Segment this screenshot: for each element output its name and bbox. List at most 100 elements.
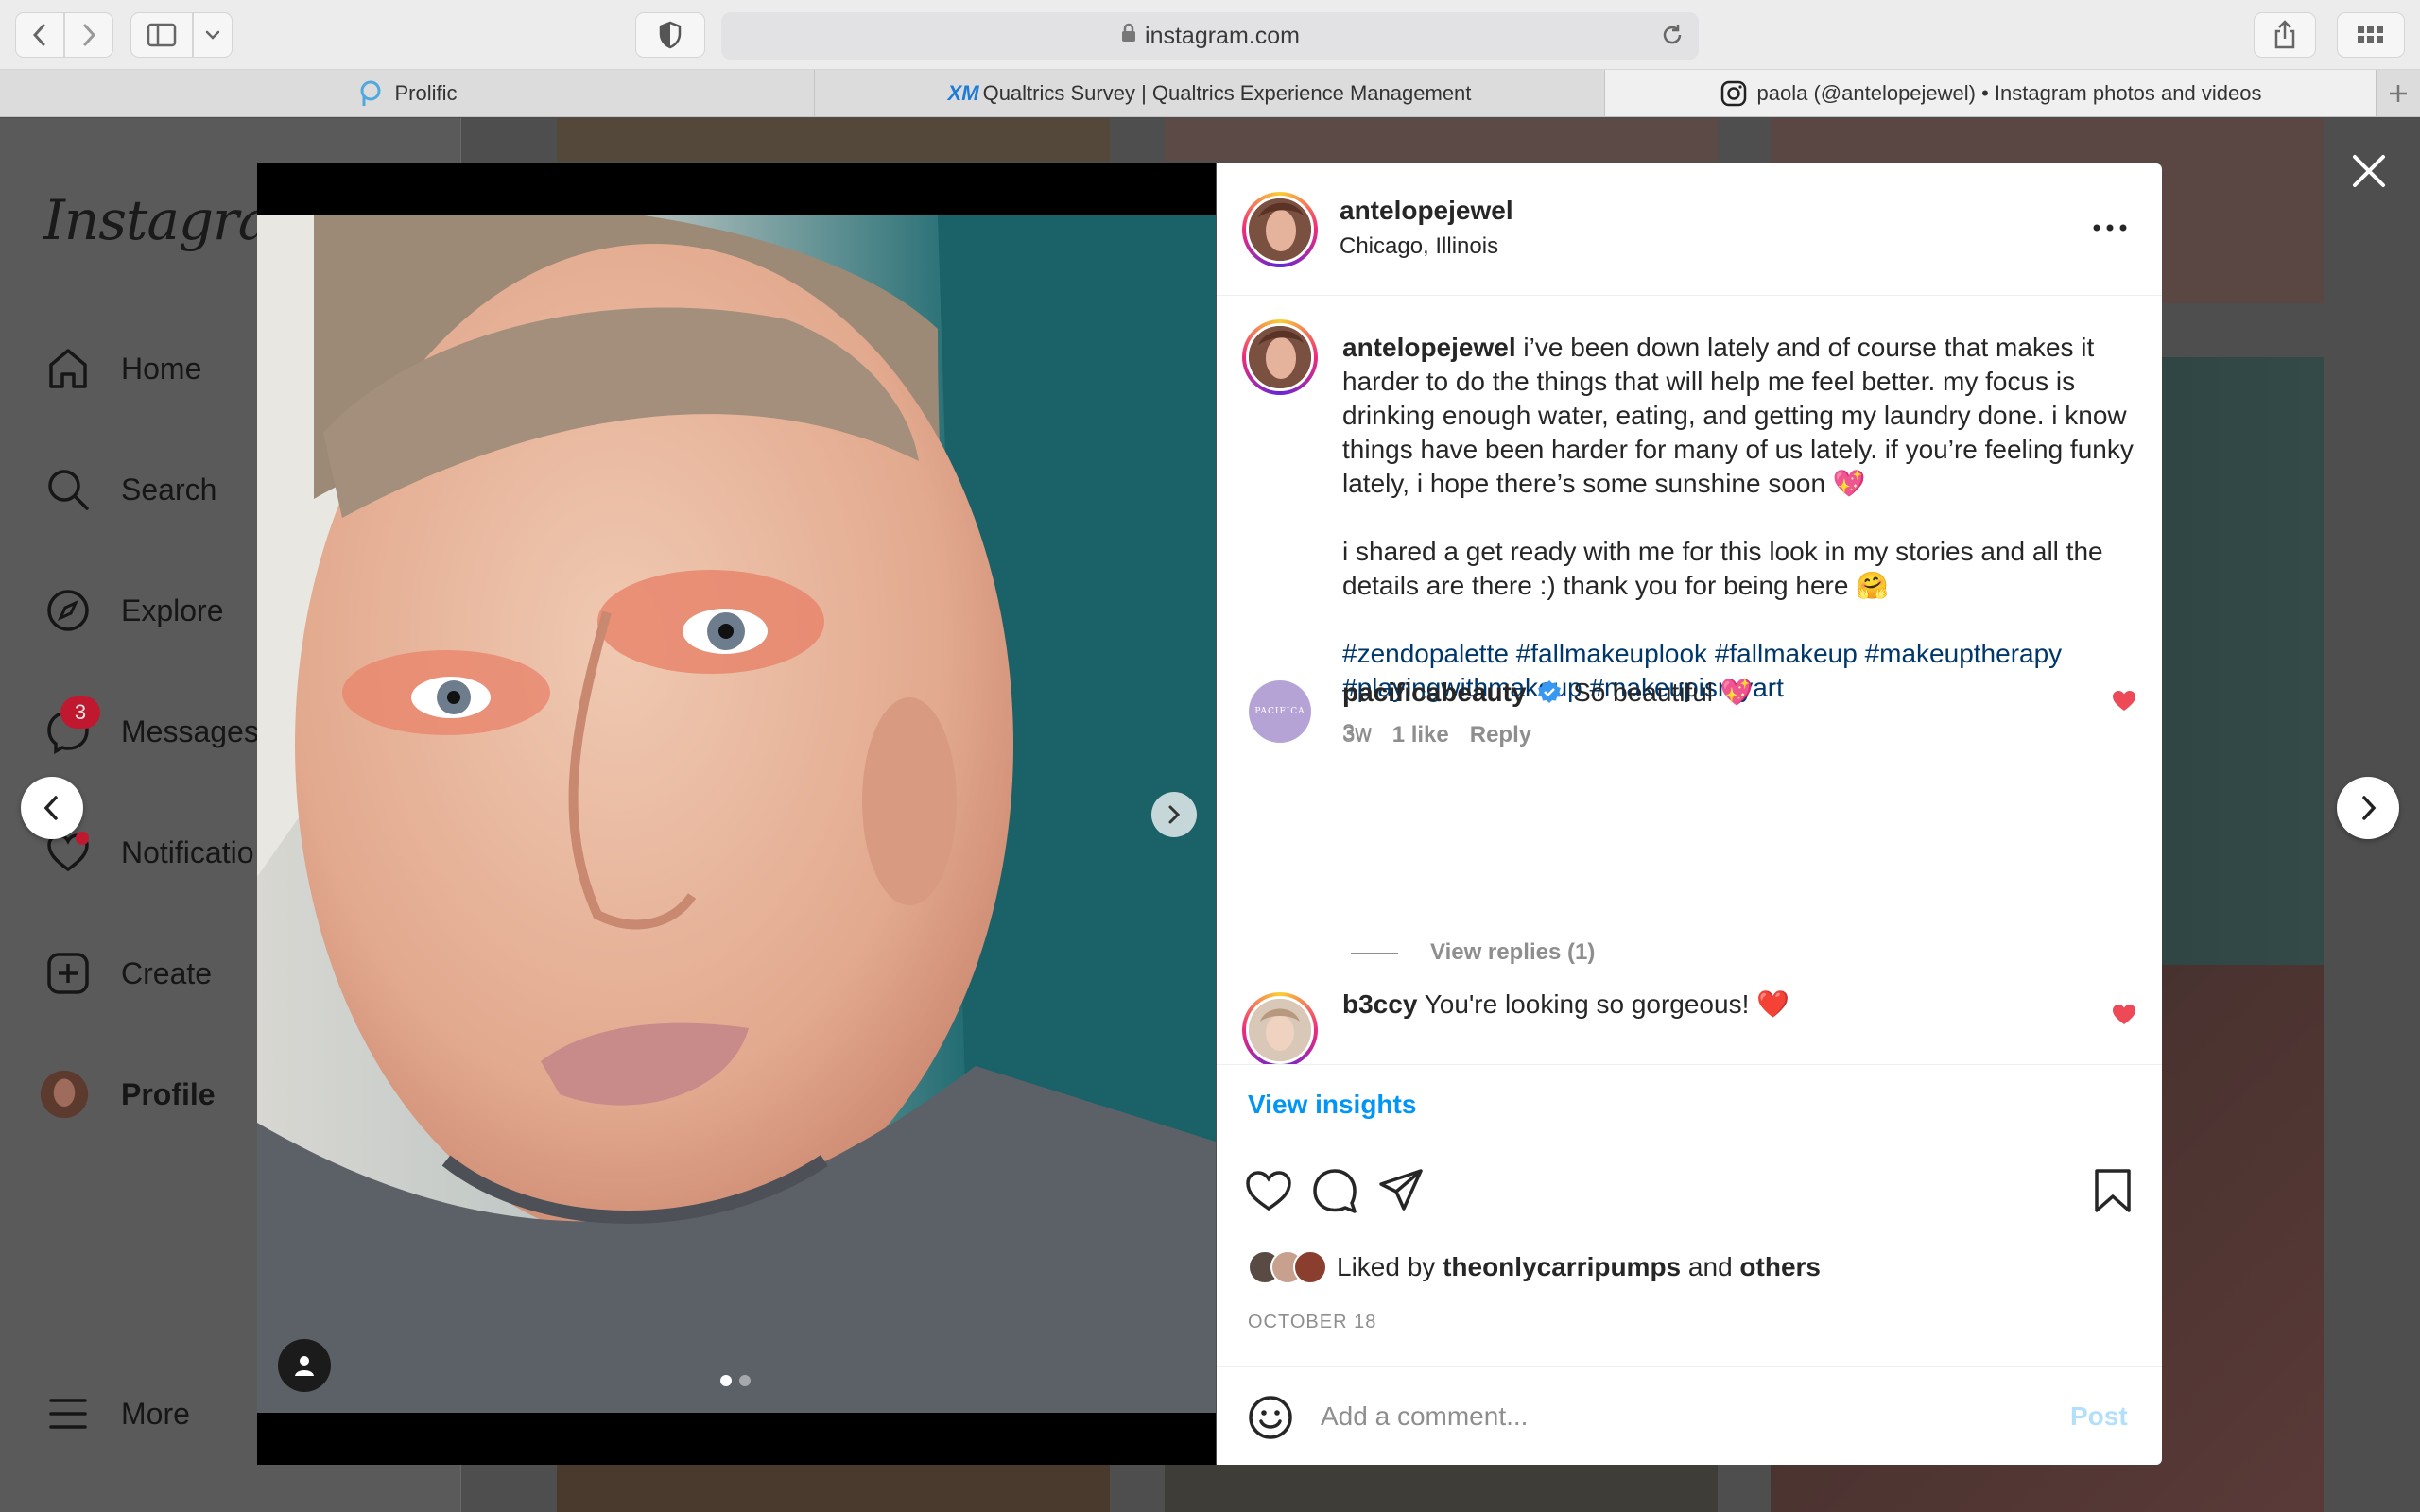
chevron-right-icon (2362, 796, 2377, 820)
comment-age: 3w (1342, 722, 1372, 747)
caption-hashtags-line-1[interactable]: #zendopalette #fallmakeuplook #fallmakeu… (1342, 637, 2136, 671)
like-button[interactable] (1242, 1164, 1295, 1217)
tab-bar: Prolific XM Qualtrics Survey | Qualtrics… (0, 70, 2420, 117)
view-replies-button[interactable]: View replies (1) (1351, 939, 1595, 966)
comment-icon (1313, 1169, 1357, 1213)
tab-label: Qualtrics Survey | Qualtrics Experience … (982, 80, 1472, 105)
tab-instagram[interactable]: paola (@antelopejewel) • Instagram photo… (1605, 70, 2377, 116)
grid-thumbnail[interactable] (557, 118, 1110, 162)
liked-by-and: and (1687, 1252, 1733, 1281)
chevron-right-icon (1168, 805, 1181, 824)
sidebar-item-label: Home (121, 351, 202, 386)
address-bar[interactable]: instagram.com (721, 12, 1699, 60)
comment-button[interactable] (1308, 1164, 1361, 1217)
comment-likes[interactable]: 1 like (1392, 722, 1449, 747)
view-insights-link[interactable]: View insights (1248, 1090, 1416, 1120)
post-photo[interactable] (257, 215, 1216, 1413)
shield-icon (659, 21, 682, 49)
verified-badge-icon (1537, 679, 1562, 711)
close-icon (2353, 155, 2385, 187)
sidebar-item-label: More (121, 1396, 190, 1431)
sidebar-item-label: Notificatio (121, 834, 254, 869)
post-date[interactable]: OCTOBER 18 (1248, 1312, 1376, 1333)
avatar[interactable] (1242, 192, 1318, 267)
sidebar-item-create[interactable]: Create (43, 945, 212, 1002)
save-button[interactable] (2086, 1164, 2139, 1217)
grid-thumbnail[interactable] (557, 1464, 1110, 1512)
comment-username[interactable]: b3ccy (1342, 989, 1417, 1019)
sidebar-item-explore[interactable]: Explore (43, 582, 224, 639)
grid-thumbnail[interactable] (1165, 118, 1718, 162)
post-comment-button[interactable]: Post (2070, 1401, 2128, 1432)
insights-bar: View insights (1217, 1064, 2162, 1143)
post-author-username[interactable]: antelopejewel (1340, 196, 1513, 226)
tagged-users-button[interactable] (278, 1339, 331, 1392)
forward-button[interactable] (64, 12, 113, 58)
previous-post-button[interactable] (21, 777, 83, 839)
sidebar-item-home[interactable]: Home (43, 340, 201, 397)
more-options-button[interactable] (2088, 209, 2132, 247)
bookmark-icon (2095, 1169, 2131, 1212)
share-button[interactable] (1374, 1164, 1427, 1217)
divider (1351, 952, 1398, 954)
tab-group-dropdown[interactable] (193, 12, 233, 58)
new-tab-button[interactable] (2377, 70, 2420, 116)
sidebar-icon (147, 23, 177, 47)
image-next-button[interactable] (1151, 792, 1197, 837)
emoji-button[interactable] (1245, 1392, 1296, 1443)
share-icon (2274, 20, 2295, 49)
avatar[interactable] (1242, 992, 1318, 1064)
sidebar-item-label: Messages (121, 713, 259, 748)
post-location[interactable]: Chicago, Illinois (1340, 233, 1498, 260)
liked-by-row: Liked by theonlycarripumps and others (1248, 1250, 1821, 1284)
tab-overview-button[interactable] (2337, 12, 2405, 58)
grid-thumbnail[interactable] (1165, 1464, 1718, 1512)
post-header: antelopejewel Chicago, Illinois (1217, 163, 2162, 296)
sidebar-item-label: Create (121, 955, 213, 990)
tab-qualtrics[interactable]: XM Qualtrics Survey | Qualtrics Experien… (815, 70, 1605, 116)
liked-by-prefix: Liked by (1337, 1252, 1436, 1281)
plus-square-icon (43, 949, 93, 998)
sidebar-item-notifications[interactable]: Notificatio (43, 824, 254, 881)
comment-username[interactable]: pacificabeauty (1342, 678, 1527, 707)
chevron-left-icon (32, 24, 45, 46)
carousel-dot (739, 1375, 751, 1386)
close-button[interactable] (2342, 145, 2395, 198)
user-icon (295, 1356, 314, 1376)
next-post-button[interactable] (2337, 777, 2399, 839)
avatar[interactable] (1242, 319, 1318, 395)
caption-username[interactable]: antelopejewel (1342, 333, 1516, 362)
comment-like-button[interactable] (2112, 1004, 2136, 1031)
liked-by-username[interactable]: theonlycarripumps (1443, 1252, 1681, 1281)
reply-button[interactable]: Reply (1470, 722, 1531, 747)
sidebar-item-label: Explore (121, 593, 224, 627)
share-button[interactable] (2254, 12, 2316, 58)
chevron-left-icon (43, 796, 58, 820)
compass-icon (43, 586, 93, 635)
sidebar-item-search[interactable]: Search (43, 461, 216, 518)
comment: b3ccy You're looking so gorgeous! ❤️ (1342, 988, 1789, 1020)
liked-by-others-link[interactable]: others (1739, 1252, 1821, 1281)
tab-label: paola (@antelopejewel) • Instagram photo… (1756, 80, 2262, 105)
privacy-shield-button[interactable] (635, 12, 705, 58)
back-button[interactable] (15, 12, 64, 58)
post-media (257, 163, 1216, 1465)
caption-paragraph-2: i shared a get ready with me for this lo… (1342, 537, 2103, 600)
carousel-dot (720, 1375, 732, 1386)
comment-like-button[interactable] (2112, 690, 2136, 717)
tab-prolific[interactable]: Prolific (0, 70, 815, 116)
more-horizontal-icon (2093, 224, 2127, 232)
post-details-panel: antelopejewel Chicago, Illinois antelope… (1217, 163, 2162, 1465)
search-icon (43, 465, 93, 514)
add-comment-bar: Post (1217, 1366, 2162, 1465)
grid-icon (2358, 26, 2383, 43)
post-actions (1217, 1143, 2162, 1238)
reload-icon[interactable] (1659, 22, 1685, 55)
instagram-icon (1720, 79, 1748, 108)
sidebar-item-profile[interactable]: Profile (38, 1066, 216, 1123)
avatar[interactable]: PACIFICA (1249, 680, 1311, 743)
comment-input[interactable] (1321, 1388, 1982, 1445)
sidebar-item-more[interactable]: More (43, 1385, 190, 1442)
sidebar-toggle-button[interactable] (130, 12, 193, 58)
send-icon (1379, 1169, 1423, 1211)
